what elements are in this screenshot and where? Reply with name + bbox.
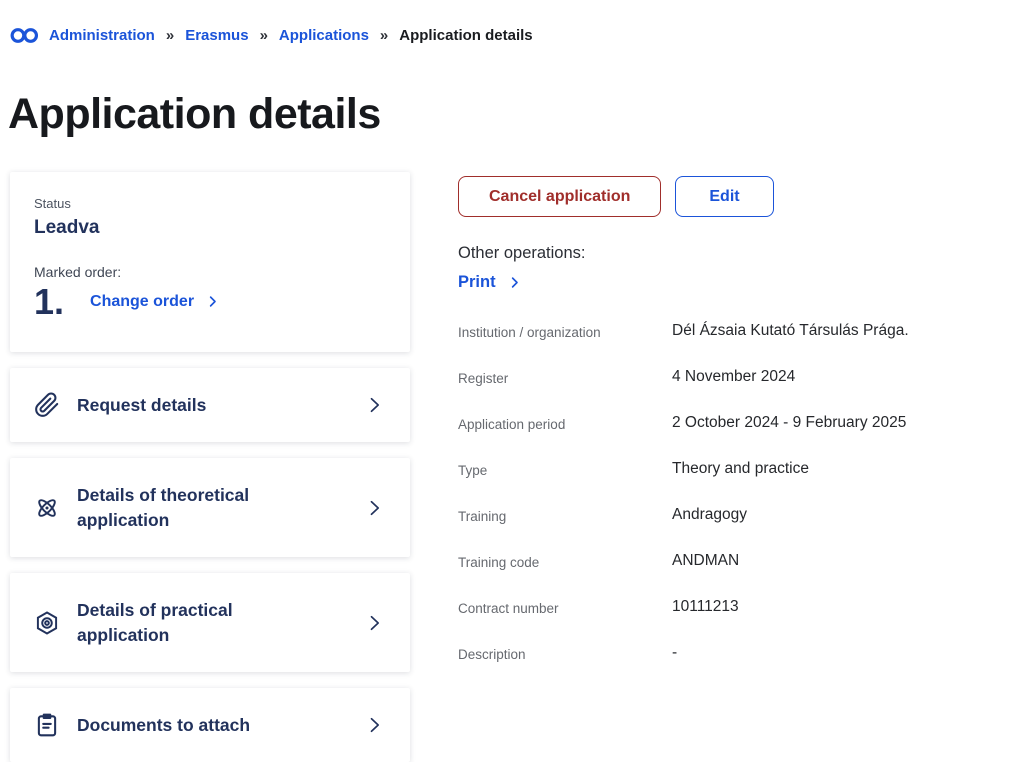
- right-column: Cancel application Edit Other operations…: [458, 176, 1018, 690]
- marked-order-label: Marked order:: [34, 264, 386, 280]
- practical-application-title: Details of practical application: [77, 598, 315, 647]
- atom-icon: [34, 495, 60, 521]
- clipboard-icon: [34, 712, 60, 738]
- detail-row-type: Type Theory and practice: [458, 460, 1018, 506]
- edit-button[interactable]: Edit: [675, 176, 773, 217]
- marked-order-row: 1. Change order: [34, 283, 386, 321]
- chevron-right-icon: [364, 715, 384, 735]
- status-label: Status: [34, 196, 386, 211]
- glasses-icon: [10, 27, 40, 44]
- detail-row-institution: Institution / organization Dél Ázsaia Ku…: [458, 322, 1018, 368]
- detail-value: 4 November 2024: [672, 368, 795, 386]
- documents-to-attach-card[interactable]: Documents to attach: [10, 688, 410, 762]
- documents-to-attach-title: Documents to attach: [77, 713, 315, 738]
- marked-order-value: 1.: [34, 283, 64, 321]
- application-details-list: Institution / organization Dél Ázsaia Ku…: [458, 322, 1018, 690]
- practical-application-card[interactable]: Details of practical application: [10, 573, 410, 672]
- theoretical-application-card[interactable]: Details of theoretical application: [10, 458, 410, 557]
- change-order-label: Change order: [90, 293, 194, 311]
- chevron-right-icon: [507, 275, 522, 290]
- detail-value: -: [672, 644, 677, 662]
- detail-label: Type: [458, 460, 672, 478]
- detail-row-training: Training Andragogy: [458, 506, 1018, 552]
- breadcrumb-current-page: Application details: [399, 27, 532, 44]
- left-column: Status Leadva Marked order: 1. Change or…: [10, 172, 410, 762]
- detail-label: Description: [458, 644, 672, 662]
- request-details-card[interactable]: Request details: [10, 368, 410, 442]
- detail-value: ANDMAN: [672, 552, 739, 570]
- detail-row-contract-number: Contract number 10111213: [458, 598, 1018, 644]
- detail-value: Theory and practice: [672, 460, 809, 478]
- detail-label: Training code: [458, 552, 672, 570]
- print-link[interactable]: Print: [458, 273, 522, 292]
- detail-row-training-code: Training code ANDMAN: [458, 552, 1018, 598]
- detail-label: Contract number: [458, 598, 672, 616]
- chevron-right-icon: [364, 613, 384, 633]
- status-card: Status Leadva Marked order: 1. Change or…: [10, 172, 410, 352]
- detail-label: Register: [458, 368, 672, 386]
- breadcrumb-erasmus[interactable]: Erasmus: [185, 27, 248, 44]
- chevron-right-icon: [205, 294, 220, 309]
- print-label: Print: [458, 273, 496, 292]
- breadcrumb-separator: »: [166, 27, 174, 44]
- paperclip-icon: [34, 392, 60, 418]
- detail-value: Dél Ázsaia Kutató Társulás Prága.: [672, 322, 909, 340]
- detail-label: Institution / organization: [458, 322, 672, 340]
- detail-label: Training: [458, 506, 672, 524]
- detail-label: Application period: [458, 414, 672, 432]
- detail-row-application-period: Application period 2 October 2024 - 9 Fe…: [458, 414, 1018, 460]
- cancel-application-button[interactable]: Cancel application: [458, 176, 661, 217]
- detail-row-register: Register 4 November 2024: [458, 368, 1018, 414]
- action-buttons: Cancel application Edit: [458, 176, 1018, 217]
- detail-value: Andragogy: [672, 506, 747, 524]
- breadcrumb: Administration » Erasmus » Applications …: [10, 27, 533, 44]
- detail-value: 2 October 2024 - 9 February 2025: [672, 414, 906, 432]
- breadcrumb-separator: »: [260, 27, 268, 44]
- hexagon-nut-icon: [34, 610, 60, 636]
- breadcrumb-separator: »: [380, 27, 388, 44]
- change-order-link[interactable]: Change order: [90, 293, 220, 311]
- chevron-right-icon: [364, 395, 384, 415]
- breadcrumb-applications[interactable]: Applications: [279, 27, 369, 44]
- theoretical-application-title: Details of theoretical application: [77, 483, 315, 532]
- page-title: Application details: [8, 90, 381, 139]
- status-value: Leadva: [34, 217, 386, 239]
- detail-value: 10111213: [672, 598, 739, 616]
- request-details-title: Request details: [77, 393, 315, 418]
- other-operations-label: Other operations:: [458, 244, 1018, 263]
- chevron-right-icon: [364, 498, 384, 518]
- detail-row-description: Description -: [458, 644, 1018, 690]
- breadcrumb-administration[interactable]: Administration: [49, 27, 155, 44]
